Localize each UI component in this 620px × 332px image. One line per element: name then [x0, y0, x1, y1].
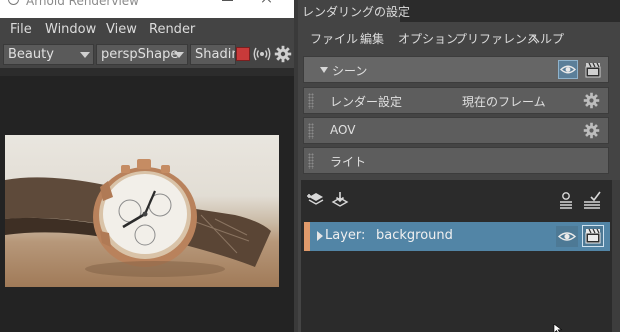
layer-renderable-button[interactable] [582, 225, 604, 247]
layer-list-area: Layer: background [301, 180, 612, 332]
menu-file-jp[interactable]: ファイル [310, 30, 358, 47]
layer-check-icon[interactable] [582, 190, 602, 210]
menu-file[interactable]: File [10, 22, 32, 37]
add-layer-icon[interactable] [306, 190, 326, 210]
drag-handle-icon[interactable] [308, 123, 314, 139]
tab-render-settings[interactable]: レンダリングの設定 [298, 0, 410, 22]
arnold-app-icon [8, 0, 19, 5]
renderable-clapper-icon[interactable] [584, 61, 602, 78]
drag-handle-icon[interactable] [308, 93, 314, 109]
renderview-title: Arnold Renderview [26, 0, 139, 8]
scene-section-header[interactable]: シーン [303, 56, 609, 83]
render-settings-tabbar: レンダリングの設定 [298, 0, 620, 22]
mouse-cursor-icon [553, 324, 563, 332]
collapse-triangle-icon[interactable] [320, 67, 328, 73]
chevron-down-icon [174, 52, 184, 58]
section-label: ライト [330, 155, 367, 169]
menu-render[interactable]: Render [149, 22, 195, 37]
close-icon[interactable] [252, 0, 282, 10]
scene-label: シーン [332, 64, 368, 78]
menu-help-jp[interactable]: ヘルプ [528, 30, 564, 47]
aov-dropdown-value: Beauty [8, 47, 54, 62]
eye-icon [557, 232, 577, 241]
layer-prefix: Layer: [325, 228, 366, 243]
shading-dropdown[interactable]: Shading [190, 44, 236, 65]
layer-list-scrollbar[interactable] [612, 180, 620, 332]
rendered-watch-image [5, 135, 279, 287]
renderable-clapper-icon [585, 228, 601, 244]
layer-visibility-button[interactable] [556, 226, 578, 247]
section-value: 現在のフレーム [462, 95, 546, 109]
section-lights[interactable]: ライト [303, 147, 609, 174]
camera-dropdown-value: perspShape [101, 47, 179, 62]
renderview-menubar: File Window View Render [0, 18, 294, 42]
render-all-layers-icon[interactable] [556, 190, 576, 210]
shading-dropdown-value: Shading [195, 47, 235, 62]
section-render-settings[interactable]: レンダー設定 現在のフレーム [303, 87, 609, 114]
scene-visibility-button[interactable] [558, 60, 578, 79]
camera-dropdown[interactable]: perspShape [96, 44, 188, 65]
tab-render-settings-label: レンダリングの設定 [302, 5, 411, 19]
menu-view[interactable]: View [106, 22, 137, 37]
render-settings-menubar: ファイル 編集 オプション プリファレンス ヘルプ [298, 26, 620, 50]
menu-preferences-jp[interactable]: プリファレンス [455, 30, 539, 47]
import-layer-icon[interactable] [330, 190, 350, 210]
renderview-toolbar: Beauty perspShape Shading [0, 42, 294, 68]
renderview-window: Arnold Renderview File Window View Rende… [0, 0, 294, 332]
expand-triangle-icon[interactable] [317, 231, 323, 241]
chevron-down-icon [80, 52, 90, 58]
drag-handle-icon[interactable] [308, 153, 314, 169]
section-aov[interactable]: AOV [303, 117, 609, 144]
section-label: レンダー設定 [330, 95, 403, 109]
menu-window[interactable]: Window [45, 22, 96, 37]
maximize-icon[interactable] [212, 0, 242, 10]
render-layer-row[interactable]: Layer: background [304, 222, 610, 251]
screen: Arnold Renderview File Window View Rende… [0, 0, 620, 332]
eye-icon [559, 65, 577, 74]
layer-name: background [376, 228, 453, 243]
viewport-edge [0, 68, 294, 76]
renderview-titlebar[interactable]: Arnold Renderview [0, 0, 294, 18]
render-viewport[interactable] [0, 68, 294, 332]
section-label: AOV [330, 123, 356, 137]
gear-icon[interactable] [583, 92, 600, 109]
menu-options-jp[interactable]: オプション [398, 30, 458, 47]
gear-icon[interactable] [583, 122, 600, 139]
aov-dropdown[interactable]: Beauty [3, 44, 94, 65]
gear-icon[interactable] [274, 45, 292, 63]
ipr-live-icon[interactable] [253, 45, 271, 63]
layer-color-swatch [304, 222, 310, 251]
stop-render-button[interactable] [236, 47, 250, 61]
render-settings-window: レンダリングの設定 ファイル 編集 オプション プリファレンス ヘルプ シーン [298, 0, 620, 332]
menu-edit-jp[interactable]: 編集 [360, 30, 384, 47]
